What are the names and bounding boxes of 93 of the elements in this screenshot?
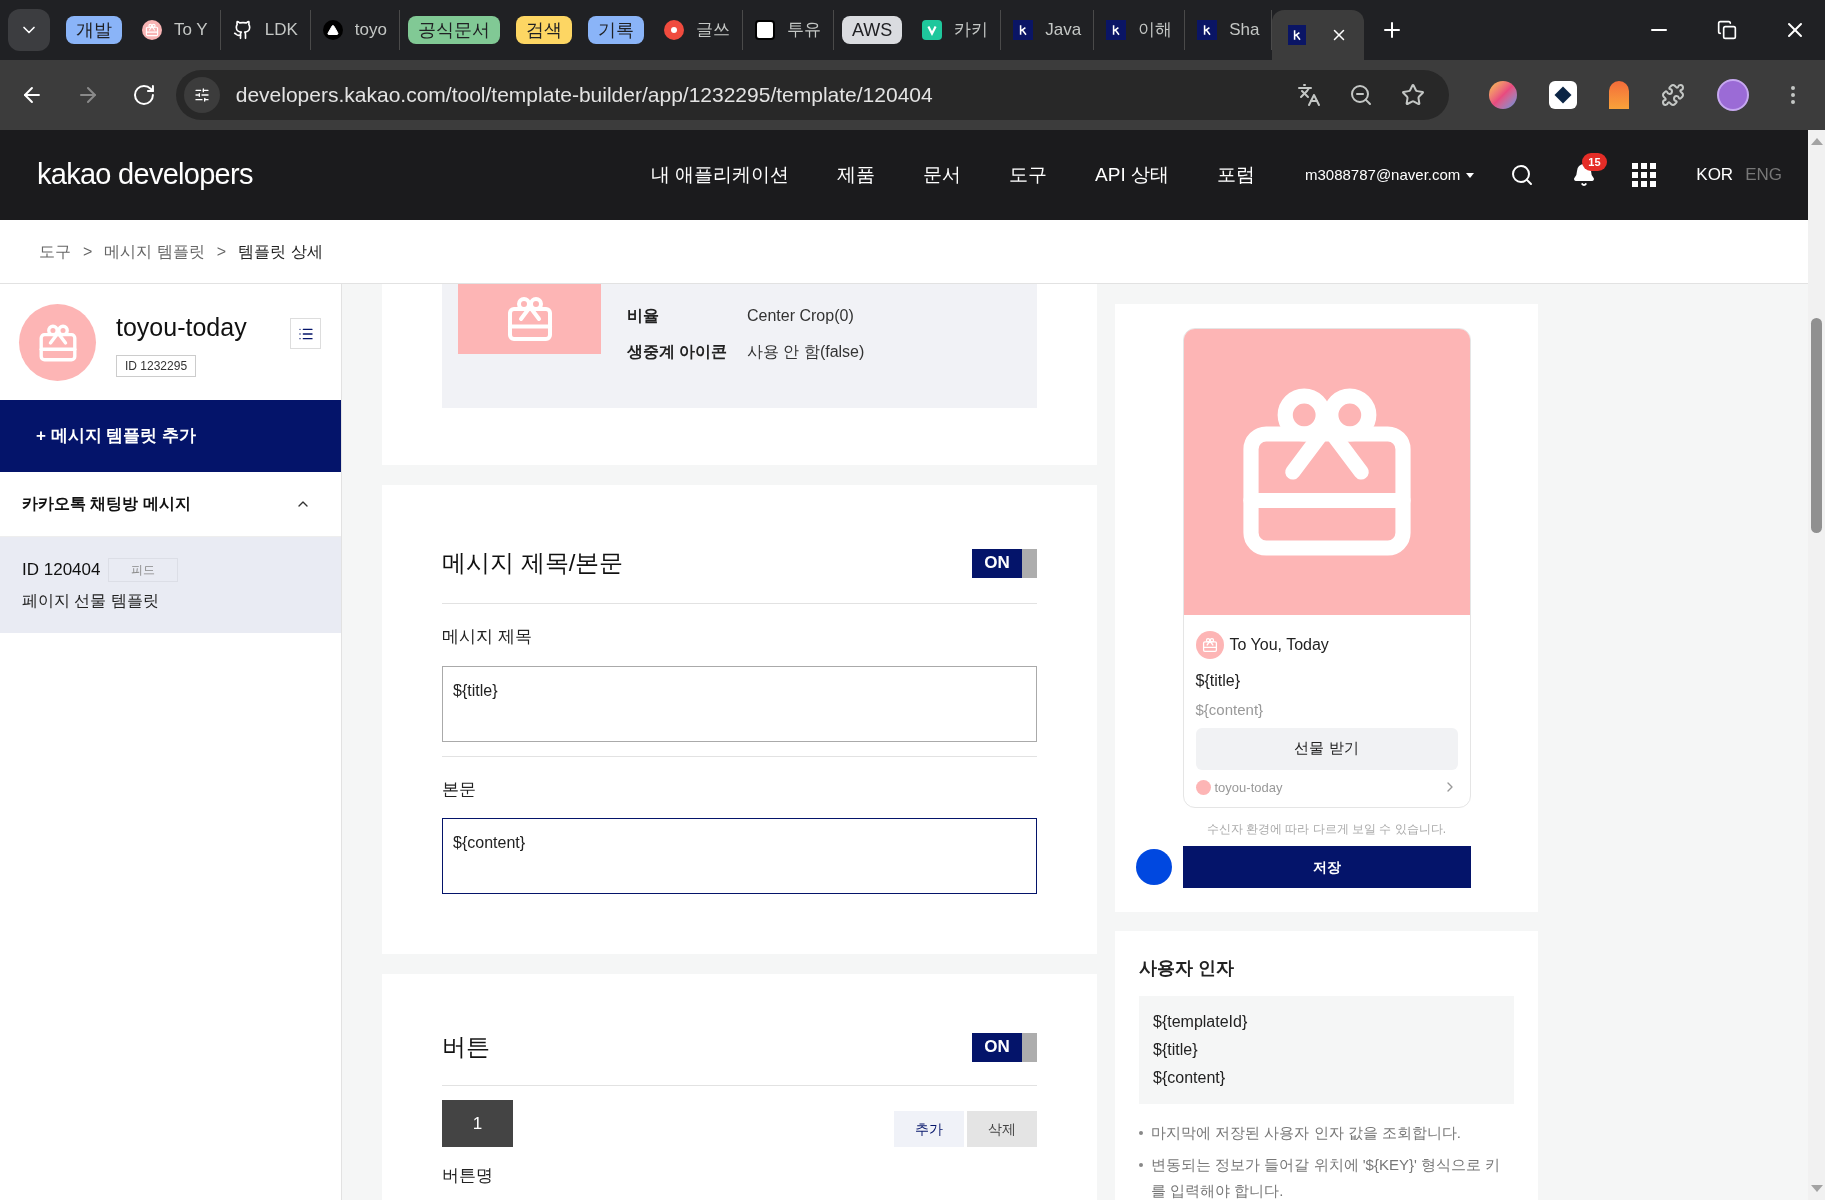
app-name: toyou-today bbox=[116, 312, 247, 343]
field-label: 메시지 제목 bbox=[442, 626, 533, 648]
note-text: 변동되는 정보가 들어갈 위치에 '${KEY}' 형식으로 키를 입력해야 합니다. bbox=[1151, 1155, 1502, 1200]
scrollbar[interactable] bbox=[1808, 130, 1825, 1200]
tab-group-chip[interactable]: 기록 bbox=[587, 16, 644, 44]
channel-footer: toyou-today bbox=[1214, 777, 1283, 797]
delete-button[interactable]: 삭제 bbox=[967, 1111, 1037, 1147]
info-label: 비율 bbox=[627, 306, 660, 326]
add-button[interactable]: 추가 bbox=[894, 1111, 964, 1147]
breadcrumb-link[interactable]: 템플릿 상세 bbox=[238, 239, 323, 264]
info-label: 생중계 아이콘 bbox=[627, 342, 729, 362]
browser-tab[interactable]: 글쓰 bbox=[651, 10, 743, 50]
k-logo-icon bbox=[1013, 20, 1034, 40]
v-logo-icon bbox=[922, 20, 943, 40]
browser-tab[interactable]: 이해 bbox=[1094, 10, 1186, 50]
arg-text: ${content} bbox=[1153, 1068, 1227, 1088]
account-menu[interactable]: m3088787@naver.com bbox=[1305, 163, 1475, 187]
arg-text: ${title} bbox=[1153, 1040, 1199, 1060]
dots-icon bbox=[663, 20, 684, 40]
section-title: 메시지 제목/본문 bbox=[442, 548, 624, 578]
tab-group-chip[interactable]: AWS bbox=[841, 16, 903, 44]
tab-group-chip[interactable]: 공식문서 bbox=[407, 16, 500, 44]
url-text: developers.kakao.com/tool/template-builder/app/1232295/template/120404 bbox=[235, 82, 933, 109]
add-template-button[interactable]: + 메시지 템플릿 추가 bbox=[0, 400, 341, 472]
reload-icon[interactable] bbox=[131, 83, 156, 107]
browser-tab[interactable]: LDK bbox=[220, 10, 311, 50]
profile-avatar[interactable] bbox=[1717, 79, 1749, 111]
browser-tab[interactable]: 투유 bbox=[742, 10, 834, 50]
language-link[interactable]: KOR bbox=[1696, 162, 1734, 188]
template-id: ID 120404 bbox=[22, 559, 101, 582]
breadcrumb-link[interactable]: 메시지 템플릿 bbox=[104, 239, 205, 264]
browser-tab[interactable]: Sha bbox=[1185, 10, 1273, 50]
panel-title: 사용자 인자 bbox=[1139, 957, 1235, 980]
site-logo[interactable]: kakao developers bbox=[37, 153, 253, 197]
search-icon[interactable] bbox=[1510, 163, 1535, 187]
note-text: 마지막에 저장된 사용자 인자 값을 조회합니다. bbox=[1151, 1123, 1461, 1143]
list-button[interactable] bbox=[290, 318, 321, 349]
info-value: 사용 안 함(false) bbox=[747, 342, 865, 362]
nav-link[interactable]: 도구 bbox=[1009, 160, 1048, 190]
browser-tab[interactable]: To Y bbox=[130, 10, 221, 50]
translate-icon[interactable] bbox=[1297, 83, 1321, 107]
zoom-icon[interactable] bbox=[1349, 83, 1373, 107]
breadcrumb-link[interactable]: 도구 bbox=[39, 239, 71, 264]
k-logo-icon bbox=[1197, 20, 1218, 40]
on-toggle[interactable]: ON bbox=[972, 1032, 1037, 1062]
browser-tab[interactable]: Java bbox=[1001, 10, 1095, 50]
template-item[interactable]: ID 120404 피드 페이지 선물 템플릿 bbox=[0, 537, 341, 633]
text-field[interactable]: ${title} bbox=[442, 665, 1037, 742]
arg-text: ${templateId} bbox=[1153, 1012, 1249, 1032]
template-name: 페이지 선물 템플릿 bbox=[22, 590, 160, 611]
address-bar[interactable]: developers.kakao.com/tool/template-builder/app/1232295/template/120404 bbox=[175, 70, 1449, 120]
channel-avatar bbox=[1195, 779, 1211, 795]
preview-content: ${content} bbox=[1195, 700, 1265, 720]
app-id-badge: ID 1232295 bbox=[116, 354, 197, 377]
nav-link[interactable]: API 상태 bbox=[1095, 160, 1169, 190]
bullet-icon bbox=[1139, 1163, 1143, 1167]
section-title: 버튼 bbox=[442, 1032, 490, 1062]
github-icon bbox=[232, 20, 253, 40]
nav-link[interactable]: 문서 bbox=[923, 160, 962, 190]
breadcrumb-separator: > bbox=[83, 241, 93, 262]
tab-group-chip[interactable]: 검색 bbox=[515, 16, 572, 44]
gift-icon bbox=[1201, 637, 1218, 653]
template-type-badge: 피드 bbox=[108, 558, 179, 582]
save-button[interactable]: 저장 bbox=[1183, 846, 1471, 888]
restore-icon[interactable] bbox=[1717, 20, 1737, 40]
gift-button[interactable]: 선물 받기 bbox=[1195, 727, 1458, 770]
bookmark-star-icon[interactable] bbox=[1401, 83, 1425, 107]
extension-icon[interactable] bbox=[1549, 81, 1577, 109]
language-link[interactable]: ENG bbox=[1745, 162, 1782, 188]
k-logo-icon bbox=[1288, 25, 1307, 45]
field-label: 버튼명 bbox=[442, 1165, 494, 1187]
browser-tab[interactable]: toyo bbox=[310, 10, 400, 50]
tab-group-chip[interactable]: 개발 bbox=[66, 16, 122, 44]
k-logo-icon bbox=[1106, 20, 1127, 40]
scrollbar-thumb[interactable] bbox=[1811, 318, 1822, 533]
bullet-icon bbox=[1139, 1131, 1143, 1135]
field-label: 본문 bbox=[442, 778, 477, 801]
browser-tab[interactable]: 카키 bbox=[910, 10, 1002, 50]
preview-note: 수신자 환경에 따라 다르게 보일 수 있습니다. bbox=[1206, 821, 1447, 838]
button-tab[interactable]: 1 bbox=[442, 1100, 513, 1147]
on-toggle[interactable]: ON bbox=[972, 548, 1037, 578]
channel-name: To You, Today bbox=[1229, 635, 1329, 655]
text-field[interactable]: ${content} bbox=[442, 818, 1037, 894]
preview-title: ${title} bbox=[1195, 671, 1241, 691]
site-settings-icon[interactable] bbox=[183, 77, 220, 113]
apps-grid-icon[interactable] bbox=[1632, 163, 1657, 187]
extensions-icon[interactable] bbox=[1661, 83, 1685, 107]
nav-link[interactable]: 제품 bbox=[837, 160, 876, 190]
nav-link[interactable]: 포럼 bbox=[1217, 160, 1255, 190]
nav-link[interactable]: 내 애플리케이션 bbox=[650, 160, 790, 190]
breadcrumb-separator: > bbox=[216, 241, 227, 262]
notification-count: 15 bbox=[1582, 153, 1607, 171]
info-value: Center Crop(0) bbox=[747, 306, 855, 326]
